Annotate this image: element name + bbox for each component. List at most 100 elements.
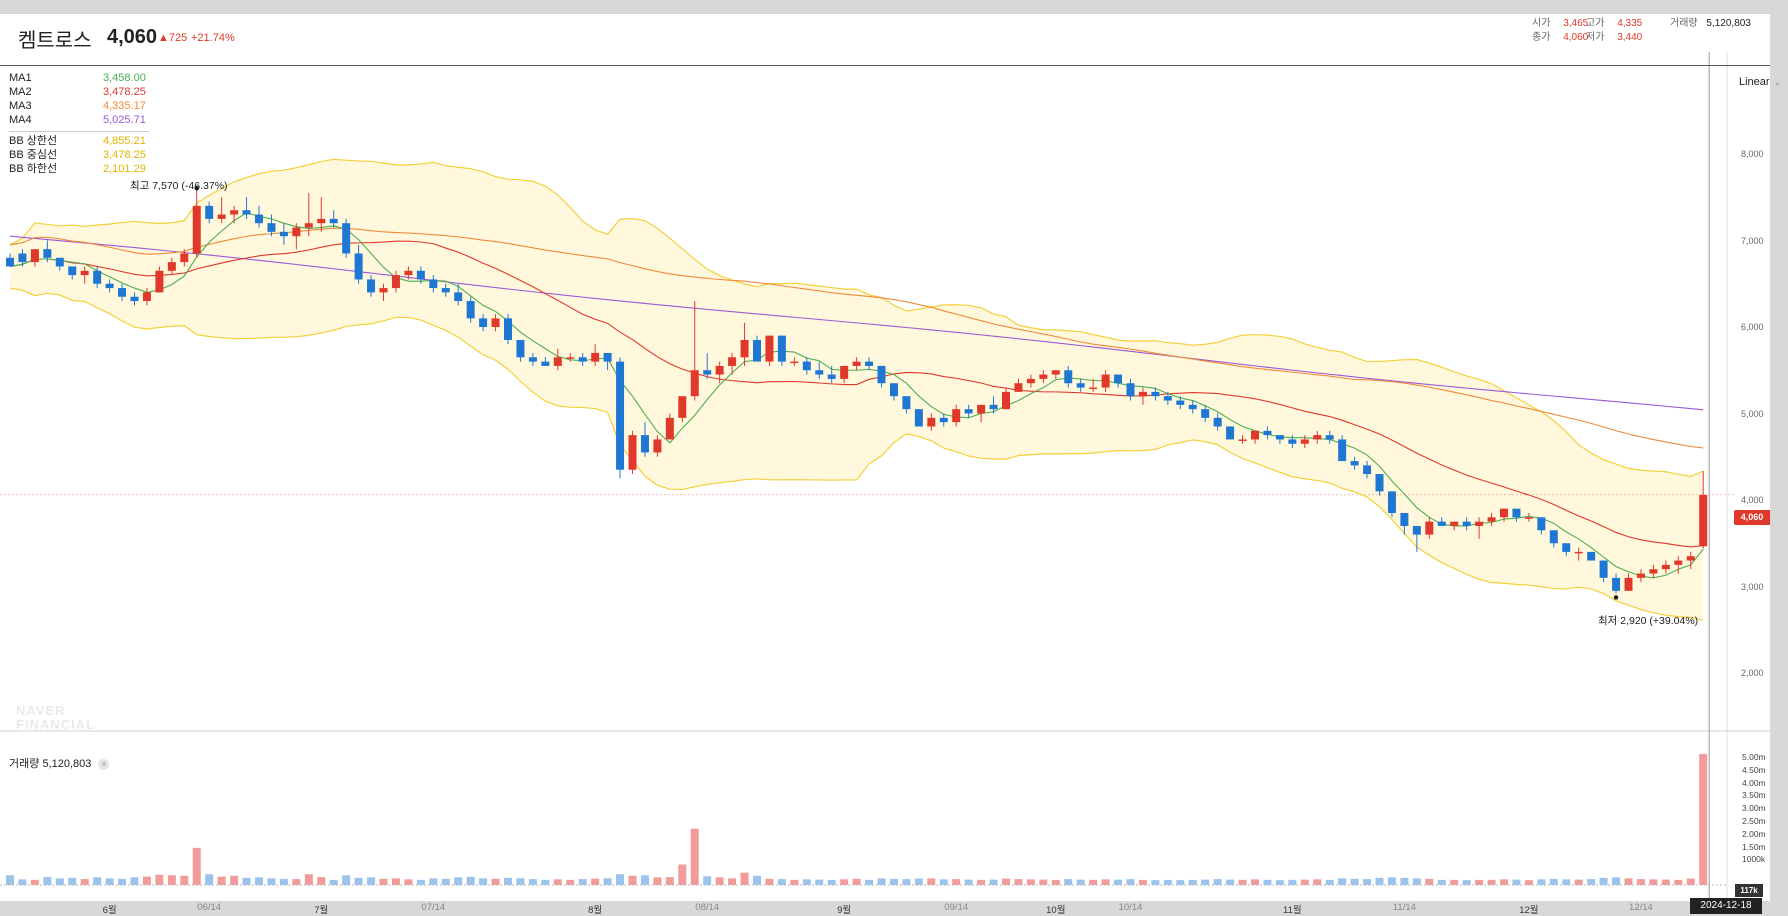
price-tick-label: 6,000 <box>1741 322 1764 332</box>
candle-body <box>553 357 562 366</box>
candle-body <box>230 210 239 215</box>
volume-bar <box>889 878 898 885</box>
volume-bar <box>1574 879 1583 885</box>
candle-body <box>989 404 998 410</box>
chart-frame: 켐트로스 4,060 ▲725 +21.74% 시가 3,465 고가 4,33… <box>0 14 1781 916</box>
volume-bar <box>1176 880 1185 885</box>
volume-bar <box>1300 879 1309 885</box>
volume-bar <box>255 877 263 885</box>
candle-body <box>715 365 724 375</box>
volume-bar <box>728 878 737 885</box>
price-change-percent: +21.74% <box>191 32 235 44</box>
time-tick-label: 10월 <box>1046 905 1066 916</box>
volume-bar <box>441 878 450 885</box>
candle-body <box>603 352 612 362</box>
candle-body <box>1176 400 1185 405</box>
candle-body <box>292 227 301 237</box>
volume-tick-label: 1000k <box>1742 854 1766 865</box>
legend-bb-middle[interactable]: BB 중심선 3,478.25 <box>9 149 147 163</box>
candle-body <box>1089 387 1098 390</box>
volume-bar <box>765 878 774 885</box>
time-tick-label: 7월 <box>314 905 329 916</box>
volume-bar <box>1313 879 1322 885</box>
candle-body <box>964 409 973 414</box>
volume-bar <box>1437 879 1446 885</box>
candle-body <box>491 318 500 327</box>
volume-bar <box>205 874 214 885</box>
volume-bar <box>566 879 575 885</box>
current-price: 4,060 <box>107 26 158 48</box>
time-tick-label: 12월 <box>1519 905 1539 916</box>
volume-bar <box>379 878 388 885</box>
ohlc-close: 종가 4,060 <box>1532 32 1589 43</box>
volume-bar <box>1288 879 1297 885</box>
bollinger-band-area <box>10 159 1704 621</box>
legend-bb-upper[interactable]: BB 상한선 4,855.21 <box>9 135 147 149</box>
candle-body <box>1275 435 1284 440</box>
volume-bar <box>1026 879 1035 885</box>
candle-body <box>391 275 400 289</box>
candle-body <box>1325 435 1334 440</box>
candle-body <box>454 292 463 302</box>
candle-body <box>1288 439 1297 444</box>
volume-tick-label: 2.50m <box>1742 816 1766 826</box>
candle-body <box>466 301 475 319</box>
candle-body <box>304 223 313 228</box>
volume-bar <box>815 879 824 885</box>
legend-ma4[interactable]: MA4 5,025.71 <box>9 114 147 128</box>
volume-tick-label: 5.00m <box>1742 752 1766 762</box>
candle-body <box>1500 508 1508 518</box>
legend-ma3[interactable]: MA3 4,335.17 <box>9 100 147 114</box>
scale-mode-selector[interactable]: Linear ⌄ <box>1739 76 1781 88</box>
candle-body <box>690 370 699 397</box>
candle-body <box>142 292 151 302</box>
candle-body <box>1076 383 1085 388</box>
time-tick-label: 11/14 <box>1392 902 1416 913</box>
candlestick-chart[interactable] <box>0 14 1770 901</box>
candle-body <box>1549 530 1558 544</box>
volume-bar <box>927 878 936 885</box>
volume-bar <box>703 876 712 885</box>
candle-body <box>628 435 637 470</box>
candle-body <box>765 335 774 362</box>
candle-body <box>703 370 712 375</box>
volume-bar <box>1599 877 1608 885</box>
volume-bar <box>715 877 724 885</box>
volume-bar <box>317 877 326 885</box>
candle-body <box>1636 573 1645 578</box>
volume-bar <box>1674 879 1683 885</box>
volume-tick-label: 4.50m <box>1742 764 1766 775</box>
volume-bar <box>640 875 649 885</box>
ohlc-low: 저가 3,440 <box>1586 32 1643 43</box>
volume-bar <box>1562 879 1571 885</box>
candle-body <box>1238 439 1247 441</box>
volume-bar <box>329 879 338 885</box>
candle-body <box>1612 577 1621 591</box>
volume-bar <box>1400 877 1409 885</box>
volume-bar <box>367 877 376 885</box>
legend-divider <box>9 131 149 132</box>
volume-bar <box>1699 753 1708 885</box>
volume-bar <box>578 879 587 885</box>
legend-ma2[interactable]: MA2 3,478.25 <box>9 86 147 100</box>
candle-body <box>367 279 376 293</box>
volume-bar <box>977 879 986 885</box>
candle-body <box>93 270 102 284</box>
volume-bar <box>790 879 799 885</box>
volume-bar <box>1512 879 1521 885</box>
close-icon[interactable]: × <box>98 759 110 770</box>
volume-bar <box>1089 879 1098 885</box>
candle-body <box>192 205 201 254</box>
candle-body <box>1699 494 1708 547</box>
volume-bar <box>1375 877 1384 885</box>
legend-ma1[interactable]: MA1 3,458.00 <box>9 72 147 86</box>
volume-bar <box>914 878 923 885</box>
candle-body <box>1151 391 1160 397</box>
candle-body <box>927 417 936 427</box>
volume-bar <box>852 878 861 885</box>
volume-bar <box>1275 880 1284 885</box>
legend-bb-lower[interactable]: BB 하한선 2,101.29 <box>9 163 147 177</box>
candle-body <box>1574 551 1583 554</box>
candle-body <box>404 270 413 276</box>
volume-tick-label: 4.00m <box>1742 777 1766 788</box>
